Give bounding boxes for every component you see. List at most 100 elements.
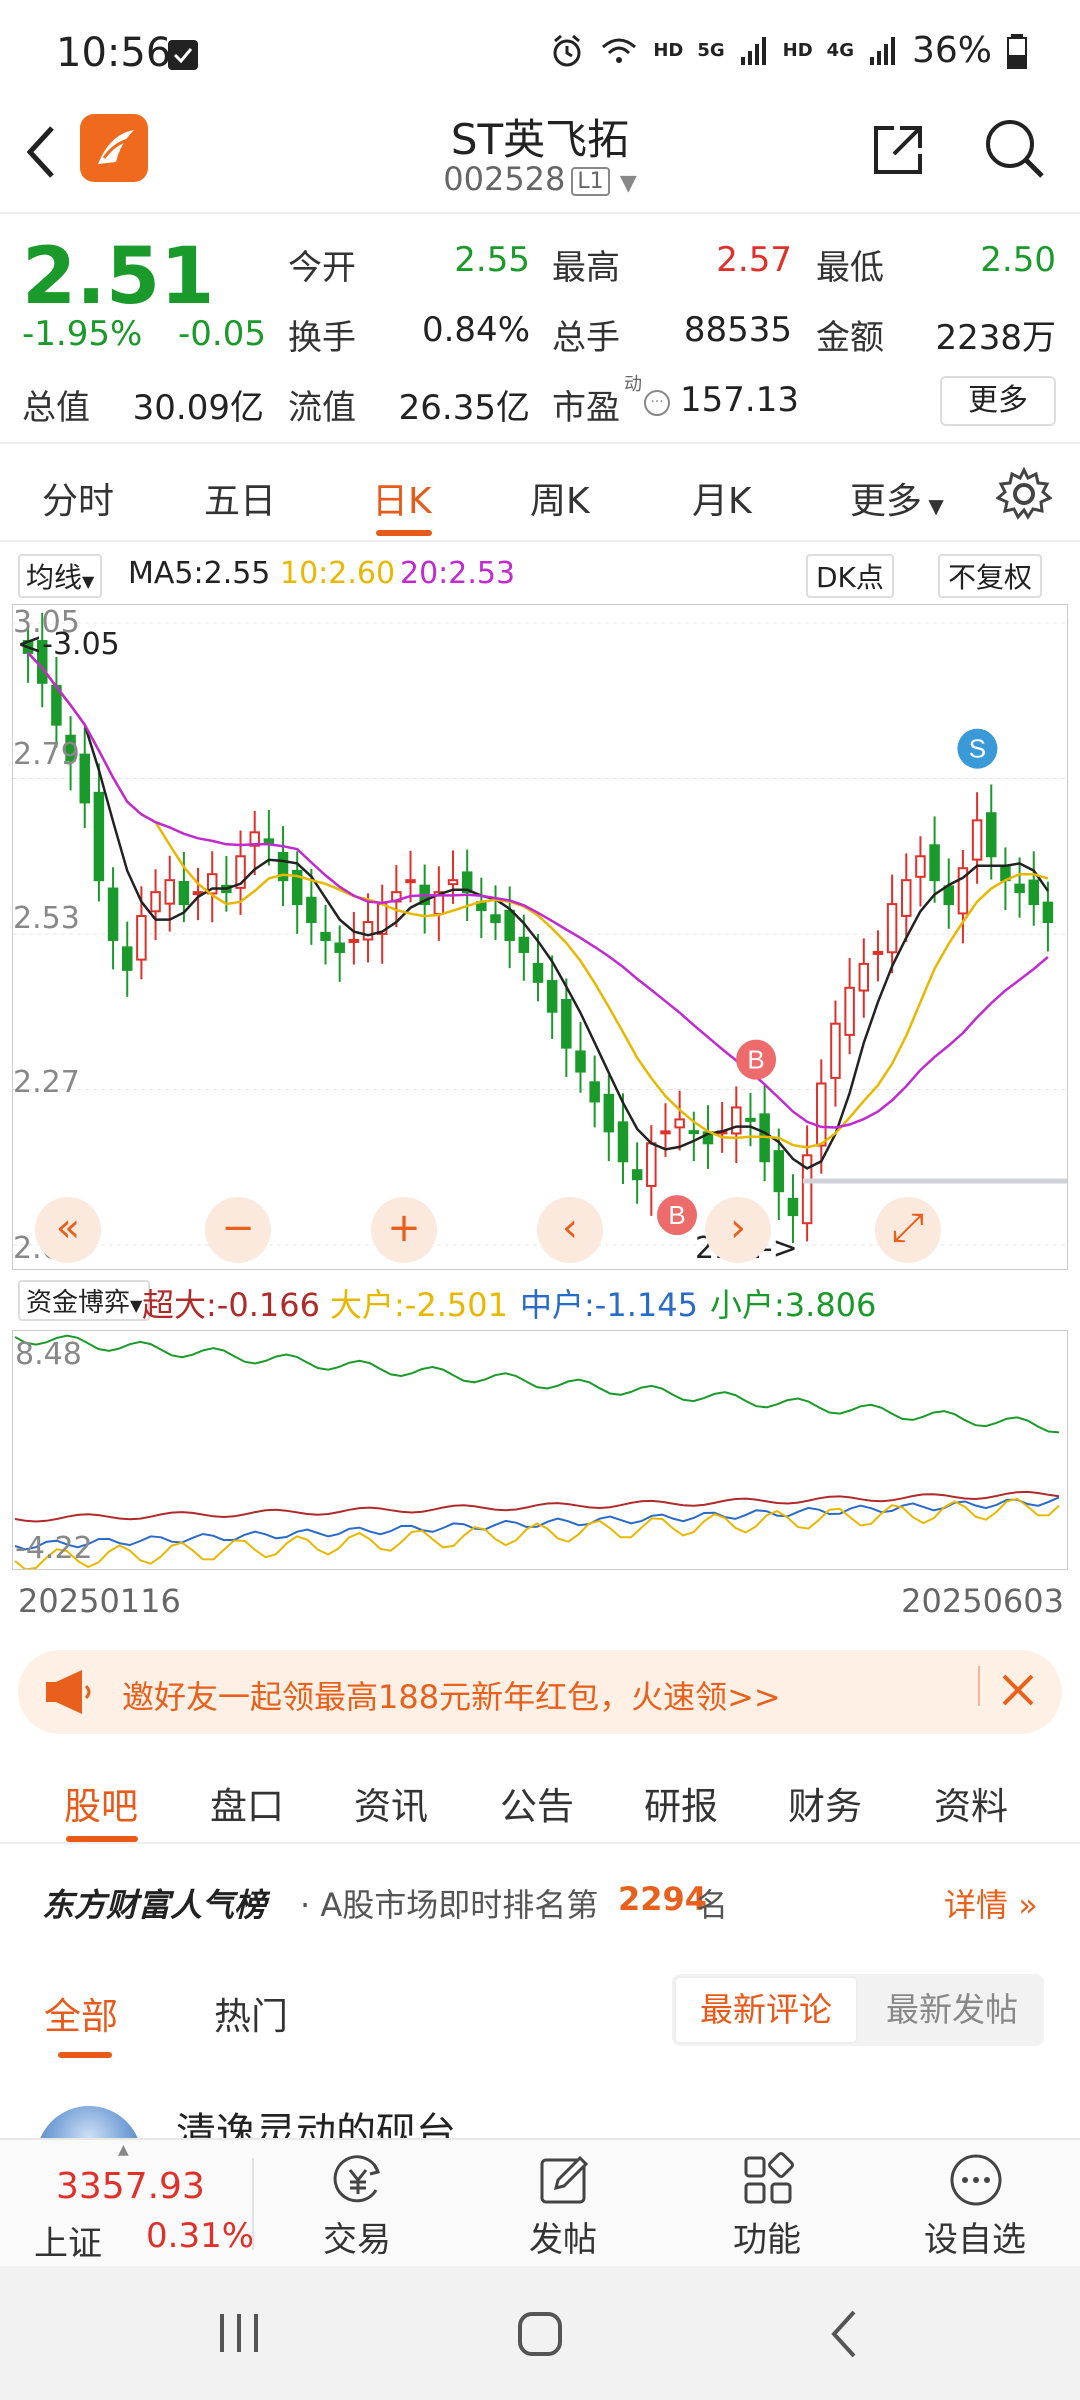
pe-value: 157.13 <box>680 380 799 420</box>
nav-post[interactable]: 发帖 <box>488 2140 638 2268</box>
candle <box>561 999 572 1049</box>
tab-more[interactable]: 更多 ▼ <box>850 472 944 524</box>
index-pct: 0.31% <box>146 2216 255 2256</box>
nav-add-watchlist[interactable]: 设自选 <box>900 2140 1050 2268</box>
pe-sup: 动 <box>624 374 642 395</box>
candle <box>546 980 558 1013</box>
nav-functions-label: 功能 <box>733 2220 801 2260</box>
active-tab-indicator <box>376 530 432 536</box>
ma20-value: 20:2.53 <box>400 556 516 591</box>
candle <box>773 1150 785 1193</box>
rank-detail-link[interactable]: 详情 » <box>944 1880 1038 1926</box>
flow-selector[interactable]: 资金博弈▼ <box>18 1280 151 1321</box>
candle <box>518 936 530 953</box>
nav-trade[interactable]: 交易 <box>282 2140 432 2268</box>
rank-detail-label: 详情 <box>944 1886 1009 1924</box>
hd-label-2: HD <box>782 40 813 61</box>
next-button[interactable]: › <box>705 1197 771 1263</box>
tab-guba[interactable]: 股吧 <box>64 1776 138 1830</box>
signal-label: B <box>747 1045 764 1075</box>
tab-research[interactable]: 研报 <box>644 1776 718 1830</box>
rewind-button[interactable]: « <box>35 1197 101 1263</box>
candle <box>107 887 119 941</box>
zoom-out-button[interactable]: − <box>205 1197 271 1263</box>
tab-pankou[interactable]: 盘口 <box>210 1776 284 1830</box>
tab-finance[interactable]: 财务 <box>788 1776 862 1830</box>
candle <box>79 753 90 804</box>
amount-value: 2238万 <box>935 318 1056 358</box>
share-icon[interactable] <box>868 120 928 180</box>
post-author[interactable]: 清逸灵动的砚台 <box>176 2100 456 2138</box>
candle <box>886 903 898 954</box>
post-preview[interactable]: 清逸灵动的砚台 <box>0 2070 1080 2138</box>
home-icon[interactable] <box>512 2306 568 2362</box>
open-label: 今开 <box>288 248 356 288</box>
promo-banner[interactable]: 邀好友一起领最高188元新年红包，火速领>> <box>18 1650 1062 1734</box>
caret-down-icon: ▼ <box>922 494 944 518</box>
candle <box>164 879 175 905</box>
close-icon[interactable] <box>998 1670 1038 1710</box>
grid-icon <box>744 2152 794 2204</box>
candle <box>150 891 161 913</box>
open-value: 2.55 <box>454 240 530 280</box>
index-ticker[interactable]: ▲ 3357.93 上证 0.31% <box>0 2140 255 2268</box>
nav-functions[interactable]: 功能 <box>692 2140 842 2268</box>
tab-five-day[interactable]: 五日 <box>204 472 276 524</box>
search-icon[interactable] <box>982 116 1048 182</box>
info-icon[interactable]: ··· <box>644 390 670 416</box>
nav-add-watchlist-label: 设自选 <box>924 2220 1026 2260</box>
kline-tabs: 分时 五日 日K 周K 月K 更多 ▼ <box>0 446 1080 542</box>
back-nav-icon[interactable] <box>824 2306 864 2362</box>
tab-news[interactable]: 资讯 <box>354 1776 428 1830</box>
zoom-in-button[interactable]: + <box>371 1197 437 1263</box>
candle <box>306 896 317 924</box>
tab-announcement[interactable]: 公告 <box>500 1776 574 1830</box>
double-chevron-right-icon: » <box>1008 1886 1038 1924</box>
status-icons: HD 5G HD 4G 36% <box>549 30 1028 71</box>
more-button[interactable]: 更多 <box>940 376 1056 426</box>
prev-button[interactable]: ‹ <box>537 1197 603 1263</box>
fund-flow-chart[interactable]: 8.48 -4.22 <box>12 1330 1068 1571</box>
candle <box>901 879 912 917</box>
tab-weekly-k[interactable]: 周K <box>530 472 590 524</box>
kline-chart[interactable]: BBS 3.05 2.79 2.53 2.27 2.01 <-3.05 2.01… <box>12 604 1068 1270</box>
fullscreen-button[interactable]: ⤢ <box>875 1197 941 1263</box>
feed-tab-hot[interactable]: 热门 <box>214 1986 288 2040</box>
feed-tabs: 全部 热门 最新评论 最新发帖 <box>0 1960 1080 2070</box>
candle <box>816 1082 827 1147</box>
nav-divider <box>252 2158 254 2250</box>
candle <box>405 879 416 884</box>
feed-tab-all[interactable]: 全部 <box>44 1986 118 2040</box>
banner-text: 邀好友一起领最高188元新年红包，火速领>> <box>122 1678 781 1716</box>
signal-icon <box>740 36 766 65</box>
mktcap-value: 30.09亿 <box>132 388 264 428</box>
avatar[interactable] <box>36 2106 142 2138</box>
popularity-rank[interactable]: 东方财富人气榜 · A股市场即时排名第 2294 名 详情 » <box>0 1870 1080 1930</box>
section-tabs: 股吧 盘口 资讯 公告 研报 财务 资料 <box>0 1748 1080 1844</box>
network-5g-label: 5G <box>697 40 725 61</box>
ma-selector[interactable]: 均线▼ <box>18 554 103 598</box>
settings-gear-icon[interactable] <box>996 466 1052 522</box>
candle <box>93 791 105 882</box>
tab-daily-k[interactable]: 日K <box>372 472 432 524</box>
tab-timeshare[interactable]: 分时 <box>42 472 114 524</box>
system-nav-bar <box>0 2266 1080 2400</box>
turnover-label: 换手 <box>288 318 356 358</box>
start-date: 20250116 <box>18 1582 181 1620</box>
quote-panel: 2.51 -1.95% -0.05 今开 2.55 最高 2.57 最低 2.5… <box>0 214 1080 444</box>
candle <box>731 1106 742 1135</box>
adjust-button[interactable]: 不复权 <box>938 554 1043 598</box>
candle <box>178 880 190 906</box>
sort-latest-post[interactable]: 最新发帖 <box>860 1976 1044 2044</box>
tab-profile[interactable]: 资料 <box>934 1776 1008 1830</box>
sort-latest-comment[interactable]: 最新评论 <box>674 1976 858 2044</box>
candle <box>320 931 331 941</box>
recent-apps-icon[interactable] <box>214 2310 264 2356</box>
wifi-icon <box>602 38 637 63</box>
feed-tab-indicator <box>58 2052 112 2058</box>
candle <box>971 819 983 861</box>
candle <box>532 962 544 983</box>
caret-down-icon: ▼ <box>130 1296 143 1315</box>
dk-button[interactable]: DK点 <box>806 554 894 598</box>
tab-monthly-k[interactable]: 月K <box>692 472 752 524</box>
